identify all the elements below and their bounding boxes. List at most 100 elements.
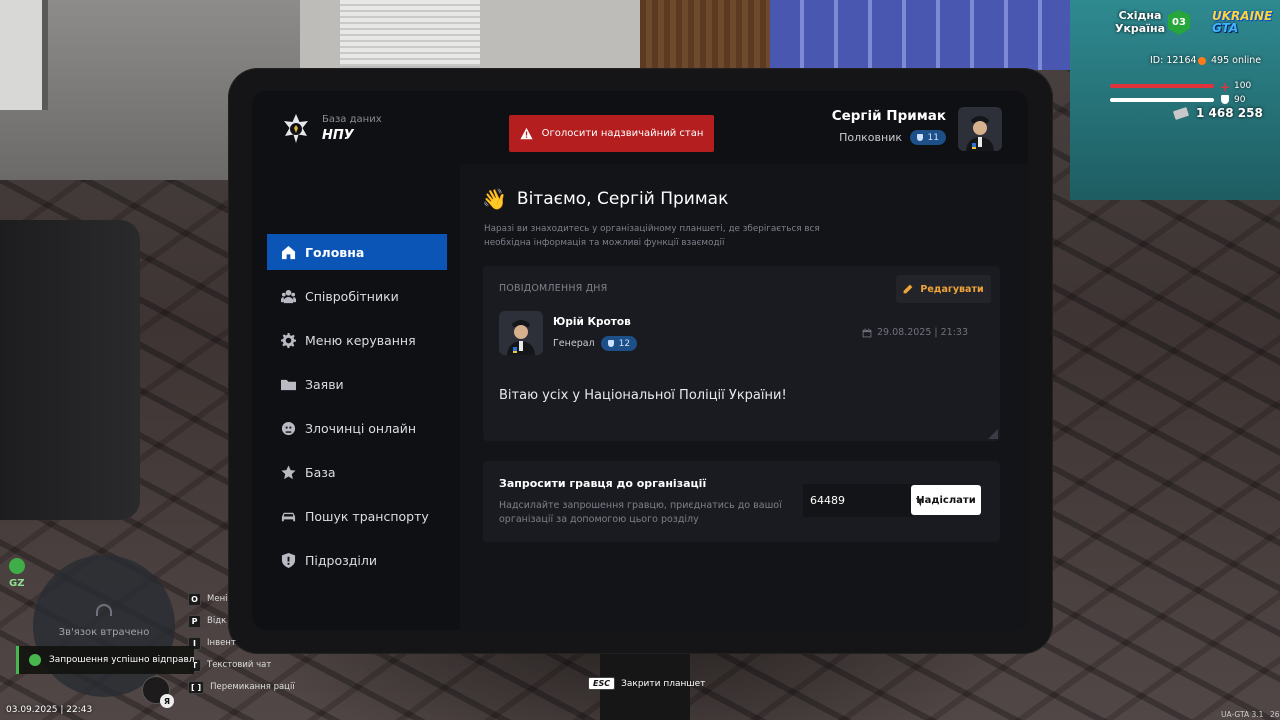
mask-icon [281, 421, 296, 435]
user-avatar[interactable] [958, 107, 1002, 151]
author-name: Юрій Кротов [553, 316, 631, 328]
esc-key: ESC [588, 677, 616, 690]
keybind-label: Текстовий чат [207, 660, 272, 670]
warning-icon [520, 127, 533, 140]
health-value: 100 [1234, 81, 1252, 91]
wave-icon: 👋 [482, 187, 507, 211]
window [770, 0, 1070, 70]
motd-card: ПОВІДОМЛЕННЯ ДНЯ Редагувати Юрій Кротов … [483, 266, 1000, 441]
sidebar-item-control-menu[interactable]: Меню керування [267, 322, 447, 358]
check-icon [29, 654, 41, 666]
keybind-label: Відк [207, 616, 227, 626]
author-avatar [499, 311, 543, 355]
logo-title: НПУ [322, 128, 354, 143]
sidebar-item-label: Співробітники [305, 288, 399, 304]
datetime: 03.09.2025 | 22:43 [6, 705, 93, 715]
shield-icon [281, 552, 296, 568]
greenzone-icon [9, 558, 25, 574]
player-id: ID: 12164 [1150, 55, 1197, 66]
player-id-input[interactable] [803, 484, 913, 517]
user-rank: Полковник [839, 131, 902, 144]
sidebar-item-divisions[interactable]: Підрозділи [267, 542, 447, 578]
sidebar-item-label: Заяви [305, 376, 344, 392]
wood-panel [640, 0, 770, 70]
region-name: Східна Україна [1114, 9, 1166, 35]
resize-handle[interactable] [988, 429, 998, 439]
health-bar [1110, 84, 1214, 88]
sidebar-item-label: Пошук транспорту [305, 508, 429, 524]
greenzone-label: GZ [9, 578, 25, 589]
users-icon [281, 289, 296, 303]
pencil-icon [904, 284, 913, 294]
sidebar-item-vehicle-search[interactable]: Пошук транспорту [267, 498, 447, 534]
badge-icon [916, 134, 923, 141]
sidebar-item-label: Головна [305, 244, 365, 260]
game-version: UA-GTA 3.1 [1221, 710, 1264, 719]
window-blinds [340, 0, 480, 66]
home-icon [281, 245, 296, 259]
logo-subtitle: База даних [322, 114, 382, 125]
keybind: [ ] Перемикання рації [188, 676, 295, 698]
sidebar-item-label: Злочинці онлайн [305, 420, 417, 436]
sidebar-item-home[interactable]: Головна [267, 234, 447, 270]
keybind: I Інвент [188, 632, 295, 654]
author-level-badge: 12 [600, 336, 638, 351]
online-count: 495 online [1198, 55, 1261, 66]
invite-description: Надсилайте запрошення гравцю, приєднатис… [499, 500, 782, 525]
key-cap: O [188, 592, 201, 606]
version-suffix: 26 [1270, 710, 1280, 719]
armor-value: 90 [1234, 95, 1246, 105]
keybind-label: Мені [207, 594, 228, 604]
close-tablet-label: Закрити планшет [621, 678, 706, 689]
motd-message: Вітаю усіх у Національної Поліції Україн… [499, 388, 787, 403]
emergency-label: Оголосити надзвичайний стан [541, 128, 704, 139]
health-icon: + [1220, 80, 1231, 94]
sidebar-item-criminals-online[interactable]: Злочинці онлайн [267, 410, 447, 446]
invite-title: Запросити гравця до організації [499, 477, 707, 490]
key-cap: [ ] [188, 680, 205, 694]
keybind-label: Перемикання рації [210, 682, 295, 692]
money-icon [1172, 106, 1190, 120]
mic-key-badge: Я [160, 694, 174, 708]
sidebar-item-applications[interactable]: Заяви [267, 366, 447, 402]
key-cap: P [188, 614, 201, 628]
sidebar-item-label: Меню керування [305, 332, 416, 348]
sofa [0, 220, 140, 520]
sidebar-item-label: Підрозділи [305, 552, 377, 568]
user-name: Сергій Примак [831, 108, 946, 124]
car-icon [281, 512, 296, 521]
wall-panel [0, 0, 48, 110]
sidebar-item-label: База [305, 464, 336, 480]
keybind-hints: O Мені P Відк I Інвент T Текстовий чат [ ] Пе… [188, 588, 295, 698]
calendar-icon [862, 328, 872, 337]
user-level-badge: 11 [909, 130, 946, 145]
police-star-icon [284, 114, 308, 143]
badge-icon [607, 340, 614, 347]
keybind: O Мені [188, 588, 295, 610]
edit-button[interactable]: Редагувати [896, 275, 991, 303]
keybind: T Текстовий чат [188, 654, 295, 676]
officer-portrait [499, 311, 543, 355]
keybind-label: Інвент [207, 638, 236, 648]
online-icon [1198, 56, 1206, 65]
folder-icon [281, 379, 296, 390]
close-tablet-hint: ESC Закрити планшет [588, 677, 705, 690]
success-toast: Запрошення успішно відправлене [16, 646, 194, 674]
star-icon [281, 464, 296, 479]
armor-bar [1110, 98, 1214, 102]
welcome-text: Наразі ви знаходитесь у організаційному … [484, 224, 820, 248]
tablet-screen: База даних НПУ Головна Співробітники Мен… [252, 91, 1028, 630]
minimap-status: Зв'язок втрачено [58, 627, 150, 638]
sidebar-item-employees[interactable]: Співробітники [267, 278, 447, 314]
motd-date: 29.08.2025 | 21:33 [862, 327, 968, 338]
emergency-button[interactable]: Оголосити надзвичайний стан [509, 115, 714, 152]
armor-icon [1221, 95, 1229, 104]
sidebar: База даних НПУ Головна Співробітники Мен… [252, 91, 460, 630]
author-rank: Генерал 12 [553, 336, 638, 351]
no-signal-icon [96, 604, 112, 616]
sidebar-item-base[interactable]: База [267, 454, 447, 490]
money: 1 468 258 [1172, 106, 1263, 120]
motd-title: ПОВІДОМЛЕННЯ ДНЯ [499, 283, 608, 294]
gear-icon [281, 332, 296, 348]
keybind: P Відк [188, 610, 295, 632]
